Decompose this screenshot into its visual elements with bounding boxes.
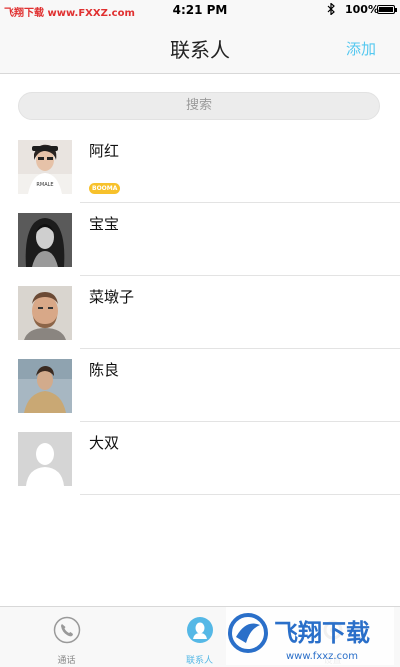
contact-name: 大双	[89, 434, 120, 452]
watermark-logo: 飞翔下载 www.fxxz.com	[226, 607, 394, 665]
contact-row[interactable]: RMALE 阿红 BOOMA	[0, 130, 400, 203]
avatar-shirt-text: RMALE	[36, 182, 53, 188]
battery-percent: 100%	[345, 3, 379, 16]
contact-name: 菜墩子	[89, 288, 135, 306]
contacts-icon	[186, 616, 214, 644]
avatar	[18, 213, 72, 267]
contact-tag-badge: BOOMA	[89, 183, 121, 194]
contact-row[interactable]: 菜墩子	[0, 276, 400, 349]
contact-name: 阿红	[89, 142, 120, 160]
contact-name: 陈良	[89, 361, 120, 379]
battery-icon	[377, 5, 397, 14]
default-avatar-icon	[18, 432, 72, 486]
avatar	[18, 359, 72, 413]
avatar	[18, 286, 72, 340]
add-contact-button[interactable]: 添加	[346, 38, 376, 59]
tab-calls[interactable]: 通话	[0, 607, 133, 667]
contact-row[interactable]: 宝宝	[0, 203, 400, 276]
contact-row[interactable]: 陈良	[0, 349, 400, 422]
page-title: 联系人	[170, 38, 230, 62]
contact-list: RMALE 阿红 BOOMA 宝宝 菜墩子 陈良 大双	[0, 130, 400, 495]
bluetooth-icon	[327, 2, 335, 18]
avatar: RMALE	[18, 140, 72, 194]
search-input[interactable]: 搜索	[18, 92, 380, 120]
phone-icon	[53, 616, 81, 644]
status-time: 4:21 PM	[172, 3, 228, 17]
status-bar: 飞翔下载 www.FXXZ.com 4:21 PM 100%	[0, 0, 400, 20]
contact-row[interactable]: 大双	[0, 422, 400, 495]
watermark-text: 飞翔下载	[274, 619, 370, 647]
tab-label: 通话	[57, 656, 76, 666]
row-divider	[80, 494, 400, 495]
search-bar: 搜索	[0, 75, 400, 135]
app-screen: 飞翔下载 www.FXXZ.com 4:21 PM 100% 联系人 添加 搜索	[0, 0, 400, 667]
nav-bar: 联系人 添加	[0, 20, 400, 74]
contact-name: 宝宝	[89, 215, 120, 233]
watermark-url: www.fxxz.com	[286, 651, 358, 662]
